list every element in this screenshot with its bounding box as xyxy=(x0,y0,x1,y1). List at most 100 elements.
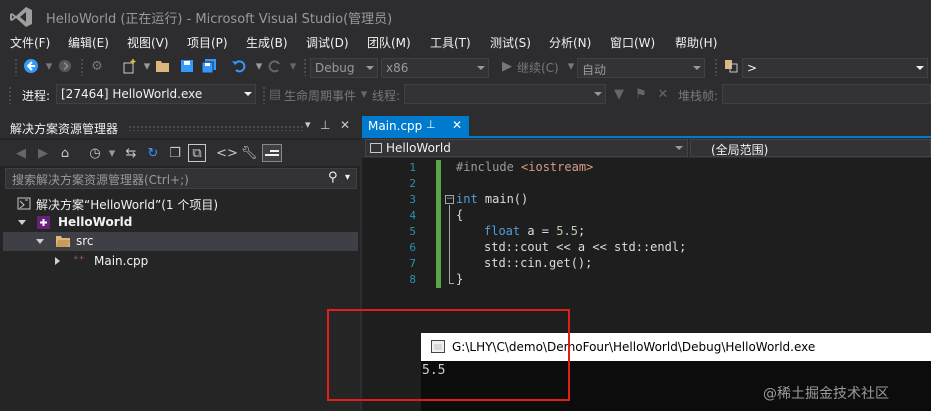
tab-pin-icon[interactable]: ⊥ xyxy=(426,118,436,131)
menu-team[interactable]: 团队(M) xyxy=(367,34,411,51)
redo-icon[interactable] xyxy=(266,57,284,75)
continue-button[interactable]: 继续(C) xyxy=(517,59,559,76)
chevron-down-icon[interactable]: ▾ xyxy=(284,57,302,75)
watermark: @稀土掘金技术社区 xyxy=(763,386,889,402)
home-icon[interactable]: ⌂ xyxy=(56,144,74,162)
change-tracking-bar xyxy=(436,160,441,288)
pin-icon[interactable]: ⊥ xyxy=(320,118,330,132)
show-all-files-icon[interactable]: ⧉ xyxy=(188,144,206,162)
code-line-7: std::cin.get(); xyxy=(484,256,593,270)
solution-icon xyxy=(17,197,31,210)
command-value: > xyxy=(747,61,758,75)
folder-icon xyxy=(56,236,70,247)
keyword: int xyxy=(456,192,478,206)
menu-view[interactable]: 视图(V) xyxy=(127,34,169,51)
properties-icon[interactable]: 🔧︎ xyxy=(240,144,258,162)
project-scope-select[interactable]: HelloWorld xyxy=(365,139,688,157)
process-select[interactable]: [27464] HelloWorld.exe xyxy=(56,84,256,104)
auto-select[interactable]: 自动 xyxy=(577,58,705,78)
platform-select[interactable]: x86 xyxy=(381,58,489,78)
file-label: Main.cpp xyxy=(94,254,149,268)
view-code-icon[interactable]: <> xyxy=(216,144,238,162)
window-title: HelloWorld (正在运行) - Microsoft Visual Stu… xyxy=(46,12,393,27)
preview-selected-icon[interactable] xyxy=(262,144,282,162)
configuration-select[interactable]: Debug xyxy=(310,58,378,78)
include-header: <iostream> xyxy=(521,160,594,174)
menu-help[interactable]: 帮助(H) xyxy=(675,34,717,51)
code-line-4: { xyxy=(456,208,463,222)
command-select[interactable]: > xyxy=(742,58,928,78)
menu-analyze[interactable]: 分析(N) xyxy=(549,34,591,51)
menu-edit[interactable]: 编辑(E) xyxy=(68,34,109,51)
line-number: 8 xyxy=(409,273,416,286)
project-icon[interactable]: ⚙ xyxy=(88,57,106,75)
menu-test[interactable]: 测试(S) xyxy=(490,34,531,51)
tree-item-file[interactable]: ⁺⁺ Main.cpp xyxy=(3,252,358,271)
thread-select[interactable] xyxy=(404,84,606,104)
include-directive: #include xyxy=(456,160,514,174)
expanded-arrow-icon[interactable] xyxy=(18,220,26,225)
menu-tools[interactable]: 工具(T) xyxy=(430,34,471,51)
find-icon[interactable] xyxy=(722,57,740,75)
lifecycle-events-button[interactable]: 生命周期事件 xyxy=(284,87,356,104)
toolbar-grip xyxy=(303,58,307,76)
menu-project[interactable]: 项目(P) xyxy=(187,34,228,51)
number-literal: 5.5 xyxy=(556,224,578,238)
collapsed-arrow-icon[interactable] xyxy=(55,257,60,265)
menu-build[interactable]: 生成(B) xyxy=(246,34,288,51)
menu-window[interactable]: 窗口(W) xyxy=(610,34,655,51)
thread-label: 线程: xyxy=(372,89,401,103)
sync-icon[interactable]: ⇆ xyxy=(122,144,140,162)
chevron-down-icon[interactable]: ▾ xyxy=(345,172,350,183)
line-number: 5 xyxy=(409,225,416,238)
toolbar-grip xyxy=(80,58,84,76)
stack-frame-select[interactable] xyxy=(722,84,931,104)
collapse-all-icon[interactable]: ❐ xyxy=(166,144,184,162)
chevron-down-icon[interactable]: ▾ xyxy=(355,85,373,103)
panel-drag-grip[interactable] xyxy=(128,125,304,131)
new-item-icon[interactable] xyxy=(120,57,138,75)
solution-label: 解决方案“HelloWorld”(1 个项目) xyxy=(36,198,219,212)
close-icon[interactable]: ✕ xyxy=(340,118,350,132)
back-icon[interactable]: ◀ xyxy=(12,144,30,162)
pending-changes-icon[interactable]: ◷ xyxy=(86,144,104,162)
save-all-icon[interactable] xyxy=(200,57,218,75)
platform-value: x86 xyxy=(386,61,409,75)
expand-threads-icon[interactable]: ✕ xyxy=(654,85,672,103)
tree-item-folder[interactable]: src xyxy=(3,232,358,251)
collapse-outline-icon[interactable]: − xyxy=(445,195,454,204)
expanded-arrow-icon[interactable] xyxy=(36,239,44,244)
highlight-rectangle xyxy=(327,309,570,401)
window-position-icon[interactable]: ▾ xyxy=(305,118,311,131)
folder-label: src xyxy=(76,234,94,248)
toolbar-grip[interactable] xyxy=(14,58,18,76)
debug-location-toolbar: 进程: [27464] HelloWorld.exe ▤ 生命周期事件 ▾ 线程… xyxy=(0,82,931,108)
save-icon[interactable] xyxy=(178,57,196,75)
visual-studio-logo-icon xyxy=(10,7,32,27)
back-icon[interactable] xyxy=(22,57,40,75)
process-value: [27464] HelloWorld.exe xyxy=(61,87,203,101)
forward-icon[interactable] xyxy=(56,57,74,75)
flag-icon[interactable]: ⚑ xyxy=(632,85,650,103)
lifecycle-icon[interactable]: ▤ xyxy=(266,85,284,103)
search-icon[interactable]: ⚲ xyxy=(328,170,338,185)
chevron-down-icon[interactable]: ▾ xyxy=(103,144,121,162)
undo-icon[interactable] xyxy=(230,57,248,75)
filter-icon[interactable]: ▼ xyxy=(610,85,628,103)
tree-item-solution[interactable]: 解决方案“HelloWorld”(1 个项目) xyxy=(3,194,358,213)
menu-debug[interactable]: 调试(D) xyxy=(306,34,349,51)
code-line-3: int main() xyxy=(456,192,528,206)
refresh-icon[interactable]: ↻ xyxy=(144,144,162,162)
project-scope-value: HelloWorld xyxy=(386,141,451,155)
menu-file[interactable]: 文件(F) xyxy=(10,34,50,51)
global-scope-select[interactable]: (全局范围) xyxy=(690,139,931,157)
assignment: a = xyxy=(520,224,557,238)
function-signature: main() xyxy=(477,192,529,206)
open-folder-icon[interactable] xyxy=(154,57,172,75)
code-line-6: std::cout << a << std::endl; xyxy=(484,240,687,254)
tab-close-icon[interactable]: ✕ xyxy=(452,118,462,132)
code-editor[interactable] xyxy=(382,158,931,288)
forward-icon[interactable]: ▶ xyxy=(34,144,52,162)
play-icon[interactable]: ▶ xyxy=(498,57,516,75)
tree-item-project[interactable]: HelloWorld xyxy=(3,213,358,232)
